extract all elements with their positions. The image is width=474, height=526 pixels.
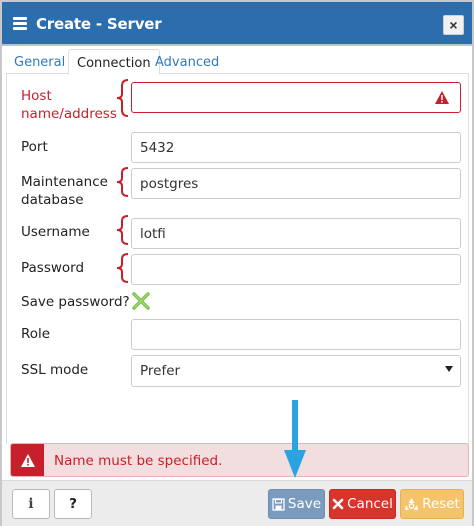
warning-icon <box>435 91 449 104</box>
role-label: Role <box>21 326 51 342</box>
host-label: Host name/address <box>21 88 117 122</box>
username-input[interactable]: lotfi <box>131 218 461 249</box>
save-password-label: Save password? <box>21 294 130 310</box>
dialog-title: Create - Server <box>36 15 162 33</box>
ssl-mode-value: Prefer <box>140 363 181 379</box>
cancel-button-label: Cancel <box>347 496 393 512</box>
required-brace-icon <box>115 252 131 284</box>
required-brace-icon <box>115 214 131 246</box>
error-message-bar: Name must be specified. <box>10 443 469 477</box>
save-button[interactable]: Save <box>268 489 325 519</box>
role-input[interactable] <box>131 319 461 350</box>
dropdown-caret-icon <box>445 366 453 372</box>
dialog-footer: i ? Save Cancel Reset <box>2 480 472 526</box>
cancel-button[interactable]: Cancel <box>329 489 396 519</box>
info-button[interactable]: i <box>12 489 50 519</box>
create-server-dialog: Create - Server × General Connection Adv… <box>0 0 474 526</box>
tab-advanced[interactable]: Advanced <box>147 49 227 74</box>
recycle-icon <box>404 497 419 511</box>
help-button[interactable]: ? <box>54 489 92 519</box>
required-brace-icon <box>115 166 131 198</box>
pointer-arrow-icon <box>284 400 306 478</box>
close-icon <box>332 498 344 510</box>
host-input[interactable] <box>131 82 461 113</box>
error-message-text: Name must be specified. <box>54 453 223 469</box>
floppy-disk-icon <box>272 497 285 511</box>
tab-general[interactable]: General <box>6 49 73 74</box>
connection-form: Host name/address Port 5432 Maintenance … <box>6 74 469 444</box>
username-label: Username <box>21 224 90 240</box>
save-password-checkbox[interactable] <box>131 291 151 311</box>
tab-bar: General Connection Advanced <box>6 46 469 75</box>
required-brace-icon <box>115 78 131 118</box>
dialog-titlebar: Create - Server × <box>2 2 472 46</box>
port-label: Port <box>21 139 48 155</box>
ssl-mode-label: SSL mode <box>21 362 89 378</box>
password-input[interactable] <box>131 254 461 285</box>
password-label: Password <box>21 260 85 276</box>
save-button-label: Save <box>287 496 322 512</box>
tab-connection[interactable]: Connection <box>68 49 160 75</box>
reset-button-label: Reset <box>422 496 460 512</box>
maintenance-db-label: Maintenance database <box>21 174 108 208</box>
close-button[interactable]: × <box>443 15 464 35</box>
maintenance-db-input[interactable]: postgres <box>131 168 461 199</box>
port-input[interactable]: 5432 <box>131 132 461 163</box>
ssl-mode-select[interactable]: Prefer <box>131 355 461 387</box>
reset-button[interactable]: Reset <box>400 489 464 519</box>
server-list-icon <box>13 17 27 31</box>
warning-icon <box>11 444 44 476</box>
